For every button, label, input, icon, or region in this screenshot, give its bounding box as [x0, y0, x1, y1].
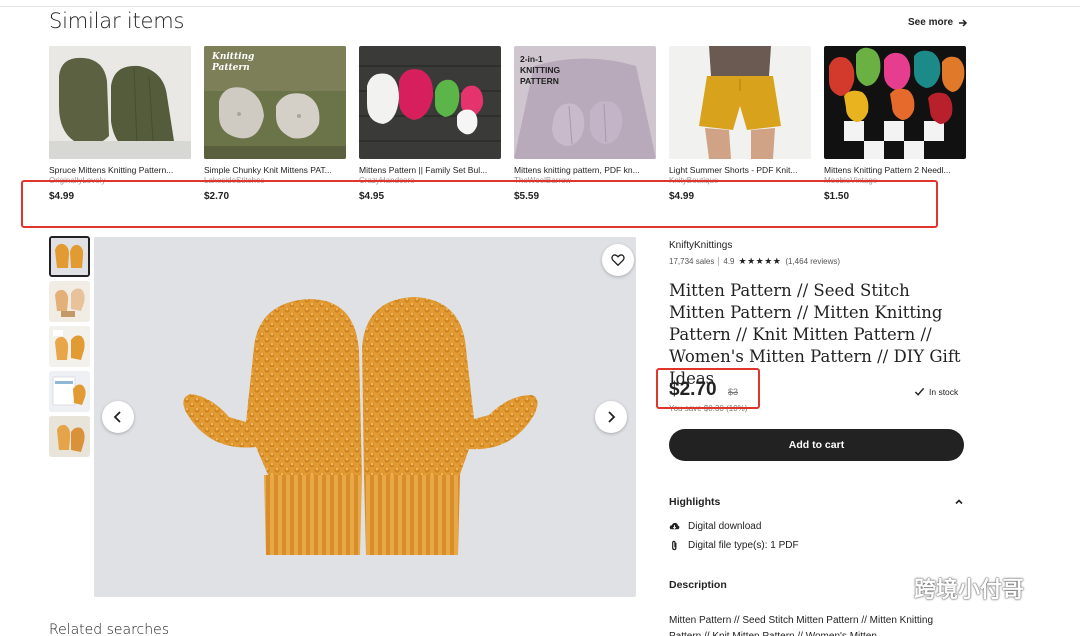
description-text: Mitten Pattern // Seed Stitch Mitten Pat…: [669, 615, 934, 636]
similar-item-price: $4.95: [359, 191, 385, 202]
thumbnail-5[interactable]: [49, 416, 90, 457]
see-more-link[interactable]: See more: [908, 17, 968, 28]
highlight-item: Digital file type(s): 1 PDF: [669, 540, 799, 551]
similar-item-title: Light Summer Shorts - PDF Knit...: [669, 165, 798, 175]
similar-item-card[interactable]: Spruce Mittens Knitting Pattern... Origi…: [49, 46, 191, 202]
highlights-toggle[interactable]: Highlights: [669, 496, 964, 508]
thumbnail-2[interactable]: [49, 281, 90, 322]
similar-item-price: $4.99: [49, 191, 75, 202]
cloud-download-icon: [669, 522, 680, 530]
previous-image-button[interactable]: [102, 401, 134, 433]
mittens-illustration: [94, 237, 636, 597]
highlights-heading: Highlights: [669, 496, 721, 508]
similar-item-image: [669, 46, 811, 159]
similar-item-card[interactable]: Light Summer Shorts - PDF Knit... KnityB…: [669, 46, 811, 202]
main-product-image: [94, 237, 636, 597]
thumbnail-3[interactable]: [49, 326, 90, 367]
similar-item-price: $4.99: [669, 191, 695, 202]
shop-name-link[interactable]: KniftyKnittings: [669, 240, 732, 251]
original-price: $3: [728, 387, 739, 397]
similar-item-image: [824, 46, 966, 159]
paperclip-icon: [672, 540, 677, 551]
similar-items-row: Spruce Mittens Knitting Pattern... Origi…: [49, 46, 966, 202]
savings-text: You save $0.30 (10%): [669, 404, 748, 413]
similar-item-card[interactable]: Knitting Pattern Simple Chunky Knit Mitt…: [204, 46, 346, 202]
similar-item-shop: CrazyHandcore: [359, 176, 415, 185]
similar-item-shop: KnityBoutique: [669, 176, 719, 185]
checkmark-icon: [914, 387, 925, 396]
arrow-right-icon: [959, 18, 968, 27]
similar-item-shop: OriginallyLovely: [49, 176, 106, 185]
chevron-up-icon: [955, 499, 963, 505]
stock-label: In stock: [929, 386, 959, 397]
similar-item-shop: TheWoolBarrow: [514, 176, 572, 185]
chevron-left-icon: [113, 411, 121, 423]
description-heading: Description: [669, 579, 727, 591]
similar-item-image: Knitting Pattern: [204, 46, 346, 159]
stock-status: In stock: [914, 386, 958, 397]
thumbnail-1[interactable]: [49, 236, 90, 277]
watermark: 跨境小付哥: [866, 572, 1024, 604]
add-to-cart-button[interactable]: Add to cart: [669, 429, 964, 461]
similar-item-price: $2.70: [204, 191, 230, 202]
highlight-text: Digital download: [688, 521, 762, 532]
thumb-overlay-text: Knitting Pattern: [212, 52, 255, 73]
similar-item-image: [359, 46, 501, 159]
similar-item-title: Mittens knitting pattern, PDF kn...: [514, 165, 640, 175]
similar-item-price: $5.59: [514, 191, 540, 202]
similar-item-shop: MoobieVintage: [824, 176, 878, 185]
related-searches-heading: Related searches: [49, 622, 170, 636]
see-more-label: See more: [908, 17, 954, 28]
similar-item-title: Mittens Pattern || Family Set Bul...: [359, 165, 488, 175]
similar-item-title: Simple Chunky Knit Mittens PAT...: [204, 165, 332, 175]
similar-item-card[interactable]: Mittens Knitting Pattern 2 Needl... Moob…: [824, 46, 966, 202]
thumbnail-4[interactable]: [49, 371, 90, 412]
shop-stats: 17,734 sales 4.9 ★★★★★ (1,464 reviews): [669, 256, 840, 267]
similar-item-title: Spruce Mittens Knitting Pattern...: [49, 165, 174, 175]
top-divider: [0, 6, 1080, 7]
watermark-text: 跨境小付哥: [914, 577, 1025, 602]
similar-item-image: 2-in-1 KNITTING PATTERN: [514, 46, 656, 159]
wechat-logo-icon: [866, 574, 906, 601]
listing-title: Mitten Pattern // Seed Stitch Mitten Pat…: [669, 281, 961, 388]
thumb-overlay-text: 2-in-1 KNITTING PATTERN: [520, 54, 561, 86]
chevron-right-icon: [608, 411, 616, 423]
similar-item-image: [49, 46, 191, 159]
heart-icon: [611, 254, 625, 267]
similar-item-shop: LakesideStitches: [204, 176, 265, 185]
next-image-button[interactable]: [595, 401, 627, 433]
highlight-item: Digital download: [669, 521, 761, 532]
favorite-button[interactable]: [602, 244, 634, 276]
sales-count: 17,734 sales: [669, 257, 715, 266]
stats-divider: [718, 257, 720, 266]
sale-price: $2.70: [669, 379, 717, 400]
similar-item-price: $1.50: [824, 191, 850, 202]
similar-item-card[interactable]: Mittens Pattern || Family Set Bul... Cra…: [359, 46, 501, 202]
rating-value: 4.9: [723, 257, 735, 266]
similar-items-heading: Similar items: [49, 9, 185, 33]
similar-item-card[interactable]: 2-in-1 KNITTING PATTERN Mittens knitting…: [514, 46, 656, 202]
highlight-text: Digital file type(s): 1 PDF: [688, 540, 799, 551]
star-rating-icon: ★★★★★: [738, 256, 782, 266]
image-thumbnails: [49, 236, 91, 461]
similar-item-title: Mittens Knitting Pattern 2 Needl...: [824, 165, 951, 175]
reviews-link[interactable]: (1,464 reviews): [785, 257, 840, 266]
